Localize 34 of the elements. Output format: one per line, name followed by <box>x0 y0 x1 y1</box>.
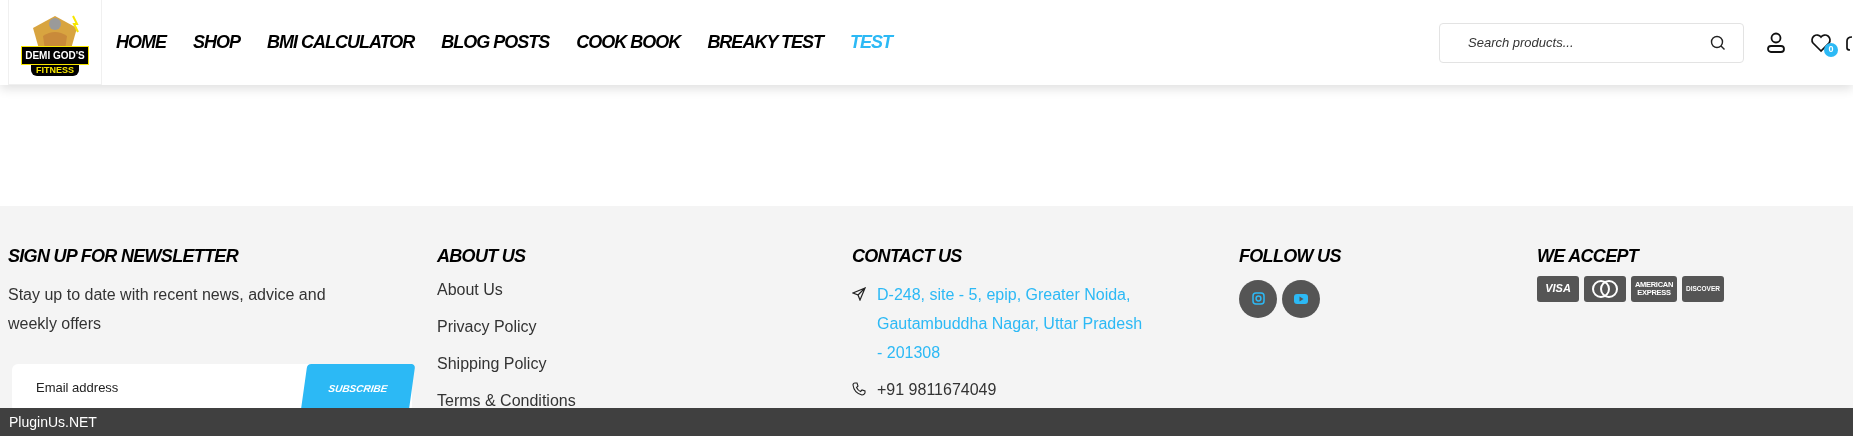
nav-link[interactable]: BLOG POSTS <box>441 29 550 56</box>
paper-plane-icon <box>852 286 866 301</box>
youtube-button[interactable] <box>1282 279 1320 318</box>
user-icon[interactable] <box>1766 31 1786 54</box>
nav-link[interactable]: SHOP <box>193 29 240 56</box>
footer-link[interactable]: Privacy Policy <box>437 316 852 337</box>
section-heading: WE ACCEPT <box>1537 246 1641 268</box>
section-heading: CONTACT US <box>852 246 963 268</box>
nav-link[interactable]: BMI CALCULATOR <box>267 29 415 56</box>
search-field[interactable]: Search products... <box>1439 22 1744 63</box>
cart-icon[interactable] <box>1846 33 1853 52</box>
play-icon <box>1294 293 1308 304</box>
nav-link[interactable]: BREAKY TEST <box>707 29 824 56</box>
logo-subtitle: FITNESS <box>31 65 79 76</box>
footer-link[interactable]: About Us <box>437 279 852 300</box>
section-heading: SIGN UP FOR NEWSLETTER <box>8 246 240 268</box>
nav-link[interactable]: HOME <box>116 29 166 56</box>
nav-link[interactable]: COOK BOOK <box>576 29 681 56</box>
wishlist-heart-icon[interactable] <box>1810 32 1832 53</box>
footer-link[interactable]: Shipping Policy <box>437 353 852 374</box>
section-heading: ABOUT US <box>437 246 527 268</box>
phone-icon <box>852 381 866 396</box>
section-heading: FOLLOW US <box>1239 246 1342 268</box>
mastercard-icon <box>1584 275 1626 302</box>
footer-link[interactable]: Terms & Conditions <box>437 390 852 411</box>
wishlist-count: 0 <box>1824 42 1838 57</box>
instagram-button[interactable] <box>1239 279 1277 318</box>
visa-card: VISA <box>1537 275 1579 302</box>
bar-text: PluginUs.NET <box>9 412 97 432</box>
search-icon[interactable] <box>1710 34 1726 51</box>
newsletter-text: Stay up to date with recent news, advice and weekly offers <box>8 284 327 334</box>
instagram-icon <box>1251 292 1265 306</box>
phone-number: +91 9811674049 <box>877 379 997 400</box>
logo-text: DEMI GOD'S <box>21 46 89 65</box>
